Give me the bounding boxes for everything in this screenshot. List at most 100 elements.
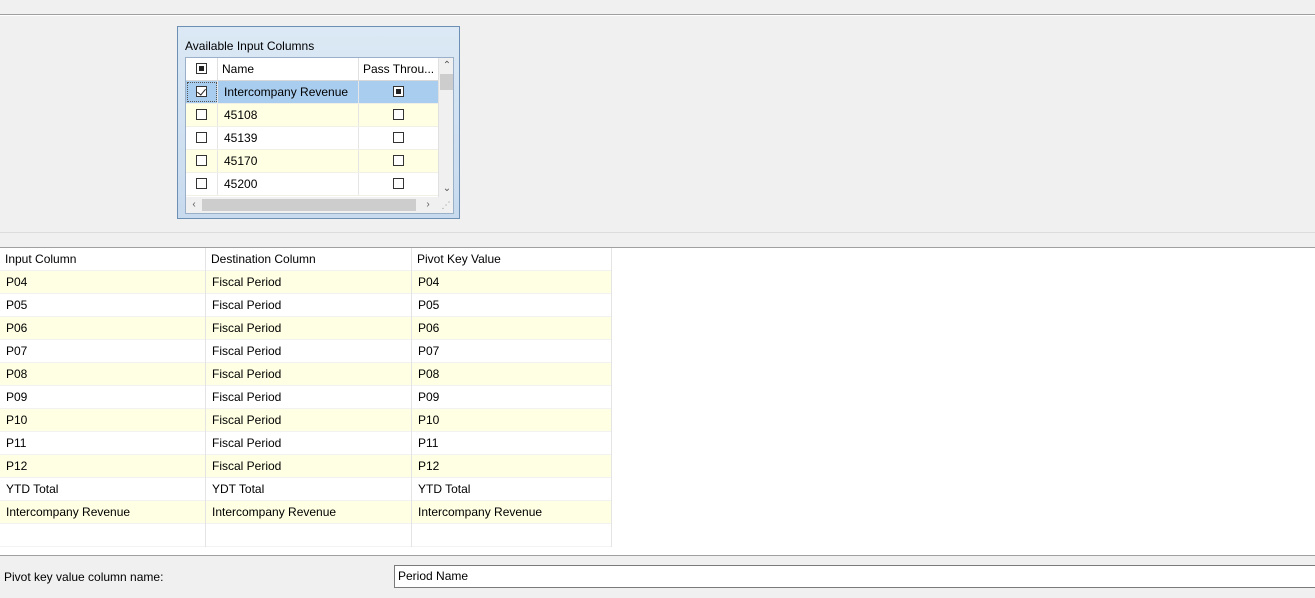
pivot-key-value-cell[interactable] [412,524,612,547]
available-column-row[interactable]: Intercompany Revenue [186,81,438,104]
destination-column-cell[interactable]: Fiscal Period [206,409,412,432]
name-column-header[interactable]: Name [218,58,359,80]
pivot-key-value-cell[interactable]: P06 [412,317,612,340]
pivot-key-value-cell[interactable]: YTD Total [412,478,612,501]
input-column-cell[interactable]: P06 [0,317,206,340]
column-name-cell[interactable]: 45170 [218,150,359,172]
destination-column-cell[interactable]: Fiscal Period [206,340,412,363]
mapping-row[interactable]: P05 Fiscal Period P05 [0,294,612,317]
destination-column-cell[interactable]: Fiscal Period [206,317,412,340]
scroll-right-arrow-icon[interactable]: › [420,197,436,213]
resize-grip-icon[interactable]: ⋰ [438,197,453,213]
destination-column-cell[interactable]: Intercompany Revenue [206,501,412,524]
scroll-down-arrow-icon[interactable]: ⌄ [439,181,453,197]
mapping-row[interactable]: P08 Fiscal Period P08 [0,363,612,386]
input-column-cell[interactable]: YTD Total [0,478,206,501]
input-column-cell[interactable]: P09 [0,386,206,409]
input-column-cell[interactable] [0,524,206,547]
mapping-row[interactable]: Intercompany Revenue Intercompany Revenue… [0,501,612,524]
column-name-cell[interactable]: 45139 [218,127,359,149]
input-column-cell[interactable]: P07 [0,340,206,363]
available-column-row[interactable]: 45108 [186,104,438,127]
pass-through-checkbox[interactable] [393,132,404,143]
pass-through-cell[interactable] [359,173,438,195]
row-select-cell[interactable] [186,173,218,195]
scroll-left-arrow-icon[interactable]: ‹ [186,197,202,213]
new-mapping-row[interactable] [0,524,612,547]
pivot-key-value-cell[interactable]: P11 [412,432,612,455]
select-all-header[interactable] [186,58,218,80]
available-columns-grid[interactable]: Name Pass Throu... Intercompany Revenue 4… [185,57,454,214]
available-column-row[interactable]: 45200 [186,173,438,196]
grid-header: Name Pass Throu... [186,58,438,81]
input-column-cell[interactable]: P11 [0,432,206,455]
column-select-checkbox[interactable] [196,109,207,120]
pass-through-checkbox[interactable] [393,178,404,189]
row-select-cell[interactable] [186,127,218,149]
mapping-row[interactable]: P04 Fiscal Period P04 [0,271,612,294]
column-select-checkbox[interactable] [196,155,207,166]
input-column-cell[interactable]: Intercompany Revenue [0,501,206,524]
horizontal-scrollbar[interactable]: ‹ › [186,197,438,213]
pivot-key-value-cell[interactable]: P08 [412,363,612,386]
input-column-cell[interactable]: P10 [0,409,206,432]
destination-column-cell[interactable]: Fiscal Period [206,271,412,294]
vertical-scroll-thumb[interactable] [440,74,453,90]
mapping-row[interactable]: YTD Total YDT Total YTD Total [0,478,612,501]
pass-through-cell[interactable] [359,81,438,103]
pass-through-checkbox[interactable] [393,155,404,166]
pivot-key-value-header[interactable]: Pivot Key Value [412,248,612,271]
select-all-checkbox[interactable] [196,63,207,74]
pass-through-cell[interactable] [359,150,438,172]
row-select-cell[interactable] [186,81,218,103]
mapping-row[interactable]: P10 Fiscal Period P10 [0,409,612,432]
pivot-key-value-cell[interactable]: P05 [412,294,612,317]
column-select-checkbox[interactable] [196,178,207,189]
input-column-header[interactable]: Input Column [0,248,206,271]
mapping-row[interactable]: P06 Fiscal Period P06 [0,317,612,340]
destination-column-cell[interactable]: Fiscal Period [206,386,412,409]
pass-through-checkbox[interactable] [393,109,404,120]
available-column-row[interactable]: 45170 [186,150,438,173]
mapping-row[interactable]: P07 Fiscal Period P07 [0,340,612,363]
column-name-cell[interactable]: Intercompany Revenue [218,81,359,103]
pivot-key-value-column-name-input[interactable]: Period Name [394,565,1315,588]
input-column-cell[interactable]: P05 [0,294,206,317]
scroll-up-arrow-icon[interactable]: ⌃ [439,58,453,74]
destination-column-cell[interactable]: Fiscal Period [206,455,412,478]
column-name-cell[interactable]: 45200 [218,173,359,195]
mapping-row[interactable]: P12 Fiscal Period P12 [0,455,612,478]
pivot-mapping-table[interactable]: Input Column Destination Column Pivot Ke… [0,248,1315,555]
pivot-key-value-cell[interactable]: Intercompany Revenue [412,501,612,524]
vertical-scrollbar[interactable]: ⌃ ⌄ [438,58,453,197]
pass-through-cell[interactable] [359,104,438,126]
pivot-key-value-cell[interactable]: P07 [412,340,612,363]
pass-through-column-header[interactable]: Pass Throu... [359,58,438,80]
destination-column-cell[interactable]: YDT Total [206,478,412,501]
mapping-row[interactable]: P11 Fiscal Period P11 [0,432,612,455]
horizontal-scroll-thumb[interactable] [202,199,416,211]
input-column-cell[interactable]: P12 [0,455,206,478]
destination-column-cell[interactable]: Fiscal Period [206,432,412,455]
pivot-key-settings: Pivot key value column name: Period Name [0,555,1315,598]
column-select-checkbox[interactable] [196,132,207,143]
pivot-key-value-cell[interactable]: P10 [412,409,612,432]
pivot-key-label: Pivot key value column name: [4,570,164,584]
column-name-cell[interactable]: 45108 [218,104,359,126]
destination-column-cell[interactable]: Fiscal Period [206,294,412,317]
destination-column-header[interactable]: Destination Column [206,248,412,271]
pass-through-checkbox[interactable] [393,86,404,97]
pivot-key-value-cell[interactable]: P04 [412,271,612,294]
row-select-cell[interactable] [186,104,218,126]
input-column-cell[interactable]: P04 [0,271,206,294]
input-column-cell[interactable]: P08 [0,363,206,386]
destination-column-cell[interactable]: Fiscal Period [206,363,412,386]
pivot-key-value-cell[interactable]: P12 [412,455,612,478]
row-select-cell[interactable] [186,150,218,172]
pass-through-cell[interactable] [359,127,438,149]
pivot-key-value-cell[interactable]: P09 [412,386,612,409]
available-column-row[interactable]: 45139 [186,127,438,150]
section-divider [0,232,1315,248]
mapping-row[interactable]: P09 Fiscal Period P09 [0,386,612,409]
destination-column-cell[interactable] [206,524,412,547]
